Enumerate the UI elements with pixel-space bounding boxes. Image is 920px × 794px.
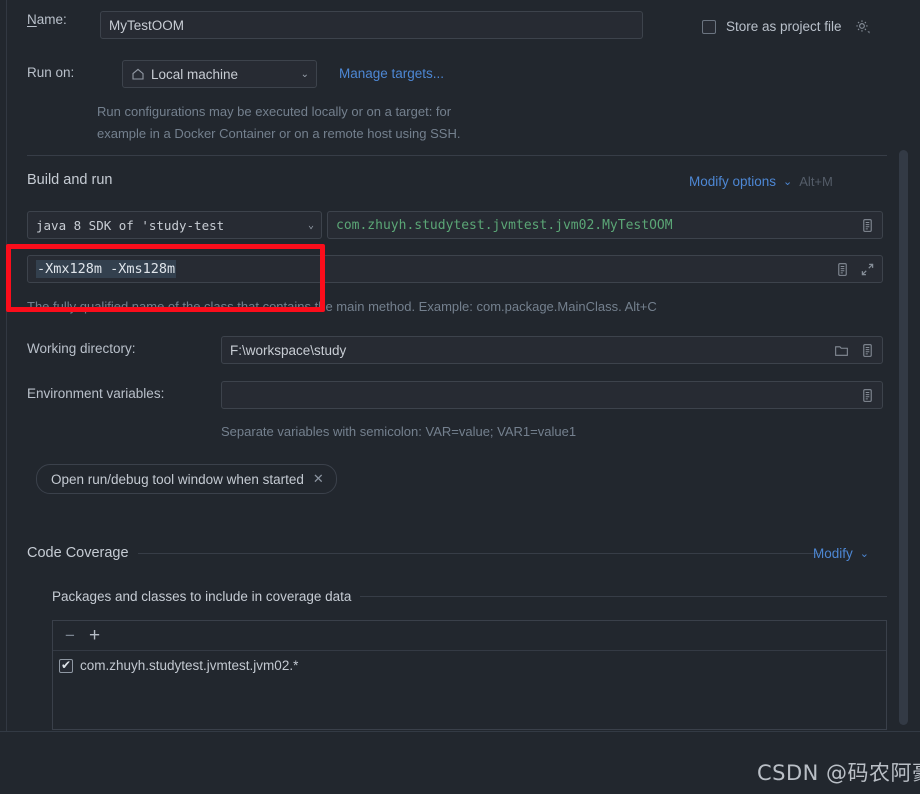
expand-editor-icon[interactable] [834, 261, 851, 278]
modify-options-link[interactable]: Modify options [689, 174, 776, 189]
working-directory-value: F:\workspace\study [230, 342, 347, 358]
coverage-packages-title: Packages and classes to include in cover… [52, 589, 352, 604]
modify-options-row: Modify options ⌄ Alt+M [689, 174, 833, 189]
list-item[interactable]: com.zhuyh.studytest.jvmtest.jvm02.* [53, 651, 886, 673]
vm-options-value: -Xmx128m -Xms128m [36, 260, 177, 278]
close-icon[interactable]: ✕ [313, 471, 324, 487]
main-class-help-text: The fully qualified name of the class th… [27, 299, 657, 314]
gear-icon[interactable] [854, 18, 871, 35]
run-on-label: Run on: [27, 65, 75, 80]
folder-icon[interactable] [833, 342, 850, 359]
vertical-scrollbar[interactable] [899, 150, 908, 725]
coverage-packages-header: Packages and classes to include in cover… [52, 589, 887, 604]
modify-options-shortcut: Alt+M [799, 174, 833, 189]
expand-editor-icon[interactable] [859, 342, 876, 359]
name-row: Name: [27, 12, 67, 27]
coverage-packages-rule [360, 596, 887, 597]
run-on-target-dropdown[interactable]: Local machine ⌄ [122, 60, 317, 88]
build-and-run-title: Build and run [27, 172, 113, 188]
working-directory-row: Working directory: [27, 341, 136, 356]
store-as-project-file-checkbox[interactable] [702, 19, 716, 34]
minus-icon[interactable]: − [65, 627, 75, 644]
run-on-description-line1: Run configurations may be executed local… [97, 104, 452, 119]
run-on-row: Run on: [27, 65, 74, 80]
home-icon [131, 67, 145, 81]
code-coverage-header: Code Coverage [27, 545, 819, 561]
store-as-project-file-row[interactable]: Store as project file [702, 18, 871, 35]
chevron-down-icon[interactable]: ⌄ [783, 175, 792, 188]
coverage-pattern-checkbox[interactable] [59, 658, 73, 673]
build-and-run-header: Build and run [27, 172, 682, 188]
code-coverage-modify-row: Modify ⌄ [813, 546, 869, 561]
environment-variables-input[interactable] [221, 381, 883, 409]
vm-options-input[interactable]: -Xmx128m -Xms128m [27, 255, 883, 283]
manage-targets-link[interactable]: Manage targets... [339, 66, 444, 81]
chevron-down-icon: ⌄ [300, 68, 309, 80]
working-directory-input[interactable]: F:\workspace\study [221, 336, 883, 364]
working-directory-label: Working directory: [27, 341, 136, 356]
coverage-patterns-list[interactable]: − + com.zhuyh.studytest.jvmtest.jvm02.* [52, 620, 887, 730]
watermark: CSDN @码农阿豪 [757, 761, 920, 785]
name-input[interactable]: MyTestOOM [100, 11, 643, 39]
jdk-dropdown-value: java 8 SDK of 'study-test [36, 217, 225, 233]
environment-variables-hint: Separate variables with semicolon: VAR=v… [221, 424, 577, 439]
name-input-value: MyTestOOM [109, 17, 185, 33]
environment-variables-row: Environment variables: [27, 386, 164, 401]
coverage-pattern-label: com.zhuyh.studytest.jvmtest.jvm02.* [80, 658, 299, 673]
option-chip-label: Open run/debug tool window when started [51, 471, 304, 487]
plus-icon[interactable]: + [89, 626, 100, 645]
build-and-run-divider [27, 155, 887, 156]
code-coverage-modify-link[interactable]: Modify [813, 546, 853, 561]
panel-left-border [6, 0, 7, 731]
chevron-down-icon: ⌄ [307, 219, 314, 231]
main-class-input[interactable]: com.zhuyh.studytest.jvmtest.jvm02.MyTest… [327, 211, 883, 239]
run-on-target-value: Local machine [151, 66, 239, 82]
environment-variables-label: Environment variables: [27, 386, 165, 401]
run-configuration-panel: Name: MyTestOOM Store as project file Ru… [0, 0, 920, 731]
code-coverage-rule [137, 552, 819, 554]
run-on-description-line2: example in a Docker Container or on a re… [97, 126, 461, 141]
jdk-dropdown[interactable]: java 8 SDK of 'study-test ⌄ [27, 211, 322, 239]
coverage-list-toolbar: − + [53, 621, 886, 651]
main-class-value: com.zhuyh.studytest.jvmtest.jvm02.MyTest… [336, 217, 673, 233]
option-chip-open-run-debug-window[interactable]: Open run/debug tool window when started … [36, 464, 337, 494]
expand-editor-icon[interactable] [859, 217, 876, 234]
code-coverage-title: Code Coverage [27, 545, 129, 561]
chevron-down-icon[interactable]: ⌄ [860, 547, 869, 560]
store-as-project-file-label: Store as project file [726, 19, 842, 34]
name-label: Name: [27, 12, 67, 27]
expand-arrow-icon[interactable] [859, 261, 876, 278]
expand-editor-icon[interactable] [859, 387, 876, 404]
